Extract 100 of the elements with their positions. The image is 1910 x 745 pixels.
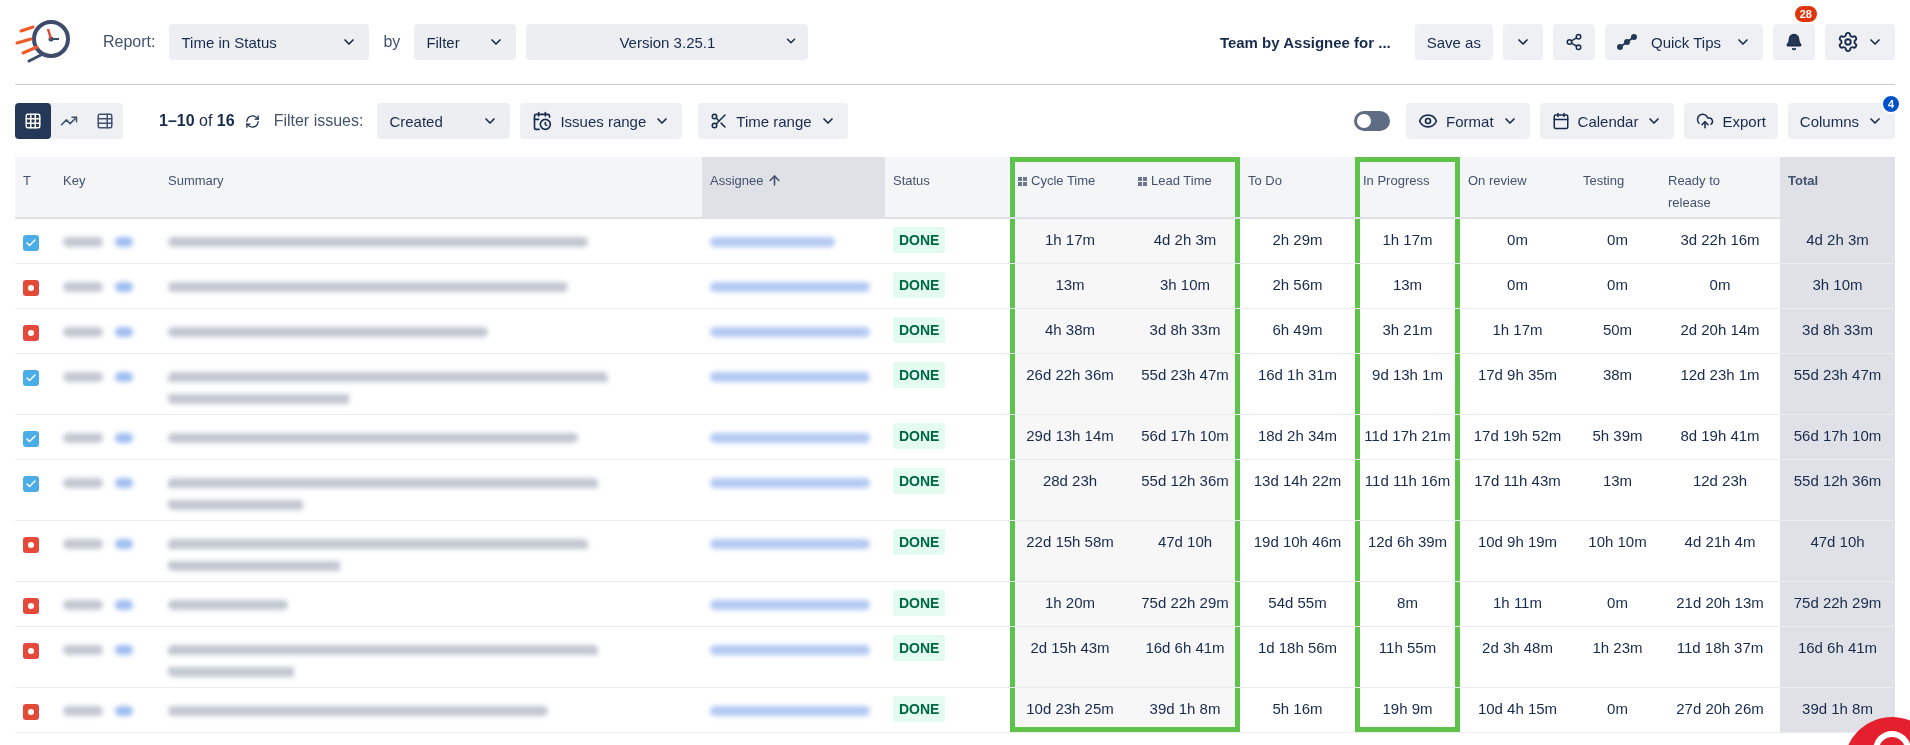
column-header[interactable]: Assignee — [710, 170, 764, 192]
table-cell: 1h 17m — [1492, 321, 1543, 338]
status-lozenge: DONE — [893, 529, 946, 555]
bug-type-icon — [23, 643, 39, 659]
blurred-link[interactable] — [115, 706, 133, 716]
blurred-link[interactable] — [115, 539, 133, 549]
calendar-icon — [1551, 112, 1570, 130]
table-cell: 12d 23h 1m — [1680, 366, 1760, 383]
column-header[interactable]: Key — [63, 170, 86, 192]
by-label: by — [383, 33, 401, 51]
calendar-clock-icon — [532, 111, 553, 131]
save-options-button[interactable] — [1502, 24, 1543, 60]
blurred-link[interactable] — [710, 539, 870, 549]
status-lozenge: DONE — [893, 317, 946, 343]
task-type-icon — [23, 370, 39, 386]
table-cell: 16d 6h 41m — [1797, 639, 1878, 656]
blurred-link[interactable] — [710, 327, 870, 337]
share-button[interactable] — [1552, 24, 1595, 60]
blurred-link[interactable] — [710, 645, 870, 655]
table-cell: 18d 2h 34m — [1257, 427, 1338, 444]
status-lozenge: DONE — [893, 423, 946, 449]
status-lozenge: DONE — [893, 635, 946, 661]
column-header[interactable]: In Progress — [1363, 170, 1430, 192]
table-cell: 3d 8h 33m — [1802, 321, 1873, 338]
blurred-text — [63, 645, 103, 655]
column-header[interactable]: Lead Time — [1151, 170, 1212, 192]
column-header[interactable]: To Do — [1248, 170, 1282, 192]
filter-select[interactable]: Filter — [414, 24, 517, 60]
table-cell: 4d 2h 3m — [1806, 231, 1869, 248]
issues-range-button[interactable]: Issues range — [520, 103, 683, 139]
blurred-link[interactable] — [710, 478, 870, 488]
column-header[interactable]: Summary — [168, 170, 224, 192]
table-cell: 29d 13h 14m — [1026, 427, 1114, 444]
cloud-upload-icon — [1696, 112, 1715, 130]
column-header[interactable]: T — [23, 170, 31, 192]
table-cell: 22d 15h 58m — [1026, 533, 1114, 550]
view-button[interactable] — [15, 103, 51, 139]
grid-icon — [1138, 177, 1147, 186]
blurred-link[interactable] — [710, 600, 870, 610]
blurred-link[interactable] — [710, 372, 870, 382]
settings-icon — [1837, 31, 1859, 53]
calendar-button[interactable]: Calendar — [1539, 103, 1675, 139]
column-header[interactable]: Testing — [1583, 170, 1625, 192]
table-cell: 39d 1h 8m — [1802, 700, 1873, 717]
scissors-icon — [710, 112, 729, 130]
blurred-text — [63, 478, 103, 488]
blurred-link[interactable] — [115, 237, 133, 247]
table-cell: 16d 1h 31m — [1257, 366, 1338, 383]
blurred-link[interactable] — [115, 327, 133, 337]
save-as-button[interactable]: Save as — [1414, 24, 1493, 60]
report-select[interactable]: Time in Status — [169, 24, 370, 60]
status-lozenge: DONE — [893, 272, 946, 298]
status-lozenge: DONE — [893, 590, 946, 616]
table-cell: 10d 9h 19m — [1477, 533, 1558, 550]
preset-name: Team by Assignee for ... — [1219, 33, 1391, 51]
table-cell: 47d 10h — [1157, 533, 1213, 550]
blurred-link[interactable] — [115, 478, 133, 488]
table-cell: 0m — [1607, 231, 1628, 248]
blurred-link[interactable] — [115, 600, 133, 610]
blurred-link[interactable] — [710, 282, 870, 292]
table-cell: 13m — [1392, 276, 1423, 293]
blurred-link[interactable] — [115, 433, 133, 443]
table-cell: 17d 11h 43m — [1474, 472, 1561, 489]
table-cell: 1h 23m — [1592, 639, 1643, 656]
settings-button[interactable] — [1825, 24, 1895, 60]
export-button[interactable]: Export — [1684, 103, 1778, 139]
filter-issues-select[interactable]: Created — [377, 103, 511, 139]
table-cell: 19h 9m — [1382, 700, 1433, 717]
blurred-link[interactable] — [115, 282, 133, 292]
column-header[interactable]: Cycle Time — [1031, 170, 1096, 192]
blurred-link[interactable] — [710, 237, 835, 247]
table-cell: 55d 12h 36m — [1141, 472, 1229, 489]
time-range-button[interactable]: Time range — [698, 103, 848, 139]
table-cell: 11d 11h 16m — [1364, 472, 1451, 489]
blurred-link[interactable] — [115, 372, 133, 382]
grid-icon — [1018, 177, 1027, 186]
table-cell: 2h 56m — [1272, 276, 1323, 293]
column-header[interactable]: Total — [1788, 170, 1819, 192]
toggle-switch[interactable] — [1354, 111, 1391, 131]
blurred-link[interactable] — [710, 706, 870, 716]
table-cell: 38m — [1602, 366, 1633, 383]
table-cell: 17d 9h 35m — [1477, 366, 1558, 383]
eye-icon — [1418, 111, 1439, 131]
format-button[interactable]: Format — [1406, 103, 1530, 139]
refresh-icon[interactable] — [244, 113, 260, 129]
column-header[interactable]: On review — [1468, 170, 1527, 192]
table-cell: 4d 21h 4m — [1684, 533, 1756, 550]
notifications-button[interactable] — [1773, 24, 1815, 60]
version-select[interactable]: Version 3.25.1 — [526, 24, 809, 60]
table-cell: 19d 10h 46m — [1253, 533, 1342, 550]
column-header[interactable]: Status — [893, 170, 930, 192]
blurred-link[interactable] — [710, 433, 870, 443]
quick-tips-button[interactable]: Quick Tips — [1604, 24, 1763, 60]
task-type-icon — [23, 476, 39, 492]
table-cell: 56d 17h 10m — [1793, 427, 1882, 444]
bug-type-icon — [23, 598, 39, 614]
column-header[interactable]: Ready to release — [1668, 170, 1748, 214]
blurred-link[interactable] — [115, 645, 133, 655]
table-cell: 1h 20m — [1044, 594, 1095, 611]
table-cell: 55d 12h 36m — [1793, 472, 1882, 489]
